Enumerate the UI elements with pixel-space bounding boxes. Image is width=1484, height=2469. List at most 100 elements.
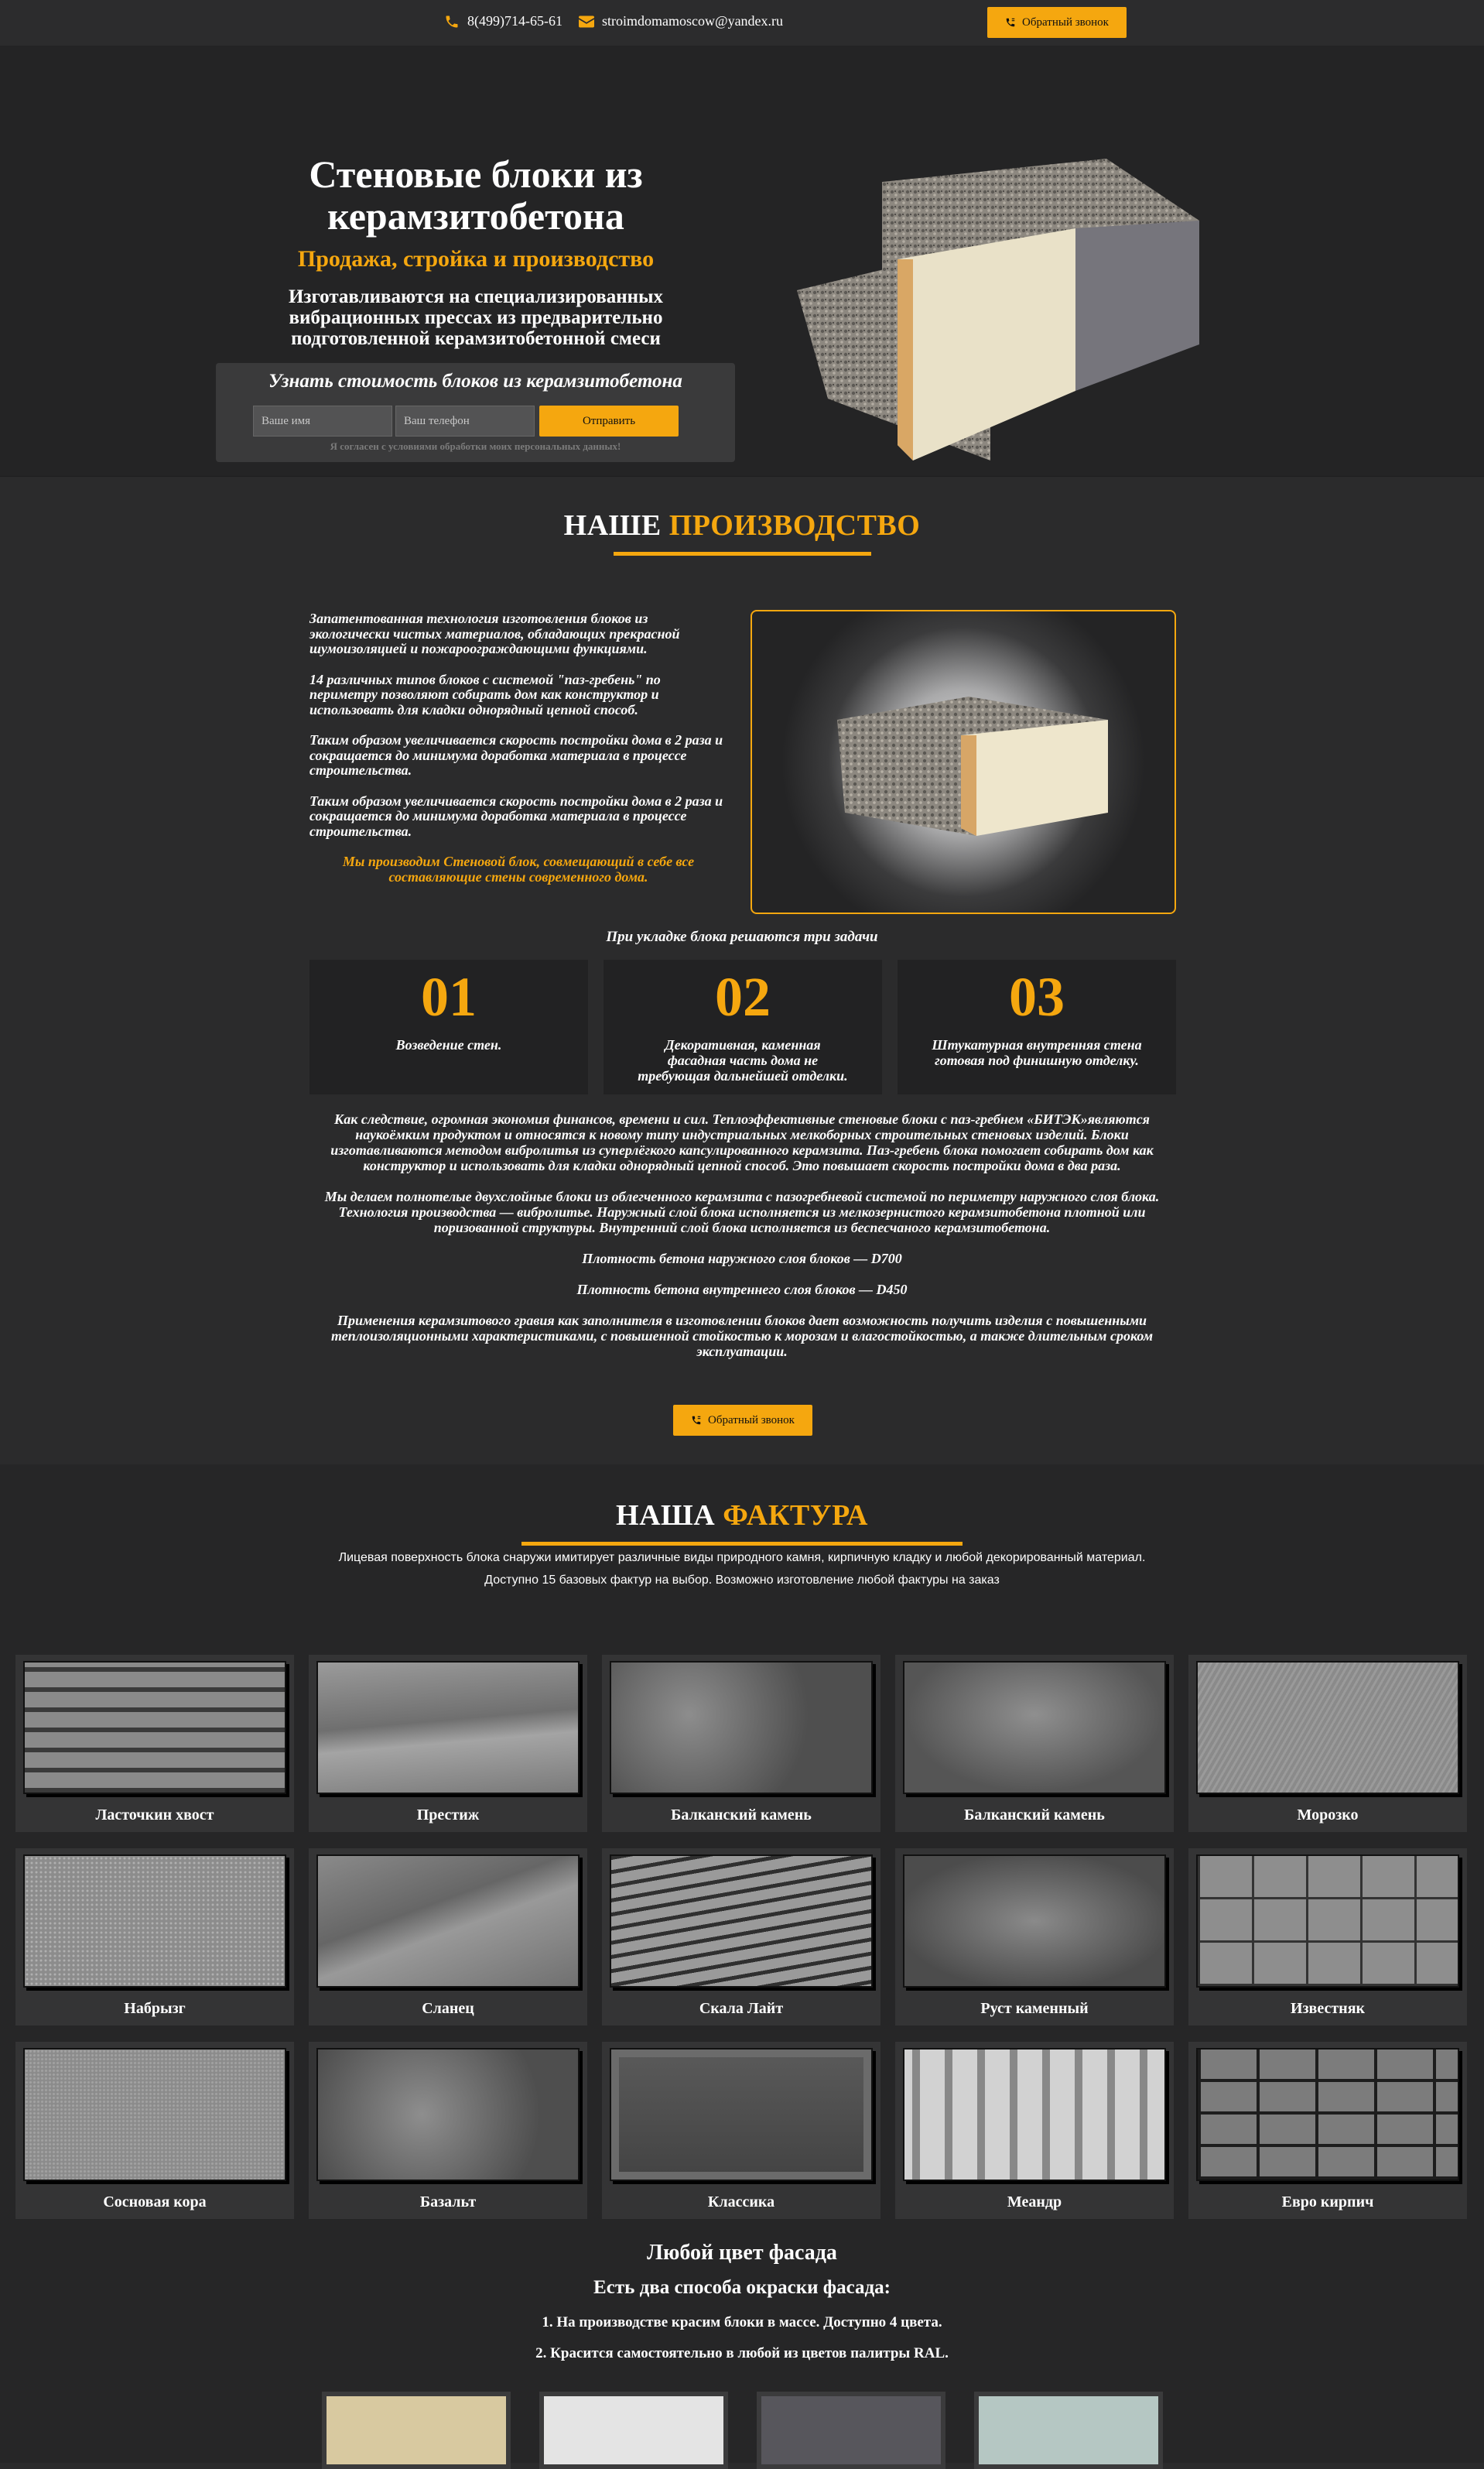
texture-image — [23, 1661, 286, 1794]
phone-icon — [446, 15, 458, 27]
texture-image — [316, 2048, 580, 2181]
texture-card[interactable]: Балканский камень — [895, 1655, 1174, 1832]
description-paragraph: Как следствие, огромная экономия финансо… — [330, 1111, 1154, 1173]
texture-card[interactable]: Руст каменный — [895, 1848, 1174, 2026]
task-text: Возведение стен. — [395, 1037, 502, 1053]
texture-card[interactable]: Балканский камень — [602, 1655, 880, 1832]
task-card: 01 Возведение стен. — [309, 960, 588, 1094]
description-paragraph: Применения керамзитового гравия как запо… — [330, 1313, 1154, 1359]
texture-label: Руст каменный — [980, 2000, 1089, 2017]
texture-label: Сланец — [422, 2000, 474, 2017]
texture-label: Классика — [707, 2193, 775, 2210]
phone-number[interactable]: 8(499)714-65-61 — [467, 13, 562, 29]
texture-card[interactable]: Ласточкин хвост — [15, 1655, 294, 1832]
email-contact[interactable]: stroimdomamoscow@yandex.ru — [579, 13, 783, 29]
tasks-title: При укладке блока решаются три задачи — [606, 929, 878, 945]
production-paragraph: Запатентованная технология изготовления … — [309, 611, 680, 656]
phone-callback-icon — [1006, 18, 1015, 27]
texture-card[interactable]: Известняк — [1188, 1848, 1467, 2026]
texture-label: Балканский камень — [964, 1806, 1105, 1823]
texture-card[interactable]: Классика — [602, 2042, 880, 2219]
production-description: Как следствие, огромная экономия финансо… — [309, 1111, 1175, 1375]
agreement-text: Я согласен с условиями обработки моих пе… — [330, 440, 621, 452]
production-paragraph: Таким образом увеличивается скорость пос… — [309, 793, 723, 839]
header-callback-button[interactable]: Обратный звонок — [987, 7, 1127, 38]
texture-title-white: НАША — [616, 1499, 716, 1532]
hero-subtitle: Продажа, стройка и производство — [297, 246, 655, 272]
production-title-white: НАШЕ — [563, 509, 662, 542]
hero-section: Стеновые блоки из керамзитобетона Продаж… — [0, 46, 1484, 477]
color-swatch-beige — [322, 2392, 511, 2469]
texture-grid: Ласточкин хвост Престиж Балканский камен… — [15, 1655, 1469, 2219]
description-paragraph: Плотность бетона наружного слоя блоков —… — [582, 1251, 902, 1266]
texture-image — [610, 1854, 873, 1988]
texture-label: Набрызг — [124, 2000, 186, 2017]
submit-button[interactable]: Отправить — [539, 406, 679, 437]
production-paragraph: Таким образом увеличивается скорость пос… — [309, 732, 723, 778]
phone-callback-icon — [692, 1416, 701, 1425]
texture-image — [903, 2048, 1166, 2181]
color-swatch-mint — [974, 2392, 1163, 2469]
facade-title: Любой цвет фасада — [647, 2241, 837, 2265]
production-underline — [614, 552, 871, 556]
texture-card[interactable]: Меандр — [895, 2042, 1174, 2219]
texture-label: Известняк — [1290, 2000, 1366, 2017]
header-callback-label: Обратный звонок — [1022, 15, 1109, 29]
form-title: Узнать стоимость блоков из керамзитобето… — [268, 371, 682, 392]
texture-image — [610, 1661, 873, 1794]
production-title-accent: ПРОИЗВОДСТВО — [668, 509, 921, 542]
texture-image — [1196, 2048, 1459, 2181]
hero-title: Стеновые блоки из керамзитобетона — [309, 152, 643, 238]
email-address[interactable]: stroimdomamoscow@yandex.ru — [602, 13, 783, 29]
texture-title: НАША ФАКТУРА — [0, 1498, 1484, 1532]
texture-card[interactable]: Морозко — [1188, 1655, 1467, 1832]
texture-label: Морозко — [1297, 1806, 1359, 1823]
texture-card[interactable]: Сосновая кора — [15, 2042, 294, 2219]
name-input[interactable] — [253, 406, 392, 437]
task-text: Штукатурная внутренняя стена готовая под… — [932, 1037, 1142, 1068]
texture-image — [316, 1854, 580, 1988]
block-image-frame — [751, 610, 1176, 914]
texture-label: Евро кирпич — [1281, 2193, 1374, 2210]
texture-line2: Доступно 15 базовых фактур на выбор. Воз… — [484, 1574, 1000, 1587]
texture-card[interactable]: Евро кирпич — [1188, 2042, 1467, 2219]
texture-card[interactable]: Набрызг — [15, 1848, 294, 2026]
texture-card[interactable]: Базальт — [309, 2042, 587, 2219]
texture-image — [23, 2048, 286, 2181]
texture-label: Скала Лайт — [699, 2000, 784, 2017]
task-card: 03 Штукатурная внутренняя стена готовая … — [898, 960, 1176, 1094]
blocks-image — [797, 159, 1199, 461]
production-callback-button[interactable]: Обратный звонок — [673, 1405, 812, 1436]
texture-image — [316, 1661, 580, 1794]
texture-card[interactable]: Престиж — [309, 1655, 587, 1832]
texture-label: Престиж — [416, 1806, 480, 1823]
texture-image — [1196, 1661, 1459, 1794]
color-swatch-graphite — [757, 2392, 945, 2469]
texture-image — [903, 1661, 1166, 1794]
hero-description: Изготавливаются на специализированных ви… — [288, 286, 664, 349]
production-callback-label: Обратный звонок — [708, 1413, 795, 1426]
facade-item-1: 1. На производстве красим блоки в массе.… — [542, 2314, 942, 2330]
texture-label: Меандр — [1007, 2193, 1062, 2210]
production-highlight: Мы производим Стеновой блок, совмещающий… — [342, 854, 695, 885]
single-block-image — [837, 697, 1108, 836]
task-card: 02 Декоративная, каменная фасадная часть… — [604, 960, 882, 1094]
facade-subtitle: Есть два способа окраски фасада: — [593, 2277, 891, 2298]
envelope-icon — [579, 15, 594, 27]
color-swatch-white — [539, 2392, 728, 2469]
production-title: НАШЕ ПРОИЗВОДСТВО — [0, 509, 1484, 543]
texture-title-accent: ФАКТУРА — [723, 1499, 868, 1532]
texture-label: Ласточкин хвост — [95, 1806, 214, 1823]
texture-card[interactable]: Скала Лайт — [602, 1848, 880, 2026]
task-number: 02 — [715, 966, 771, 1028]
texture-card[interactable]: Сланец — [309, 1848, 587, 2026]
texture-line1: Лицевая поверхность блока снаружи имитир… — [338, 1551, 1146, 1564]
phone-contact[interactable]: 8(499)714-65-61 — [444, 13, 562, 29]
texture-image — [903, 1854, 1166, 1988]
phone-input[interactable] — [395, 406, 535, 437]
task-number: 01 — [421, 966, 477, 1028]
task-text: Декоративная, каменная фасадная часть до… — [638, 1037, 848, 1084]
texture-image — [610, 2048, 873, 2181]
task-number: 03 — [1009, 966, 1065, 1028]
production-text: Запатентованная технология изготовления … — [309, 611, 727, 900]
